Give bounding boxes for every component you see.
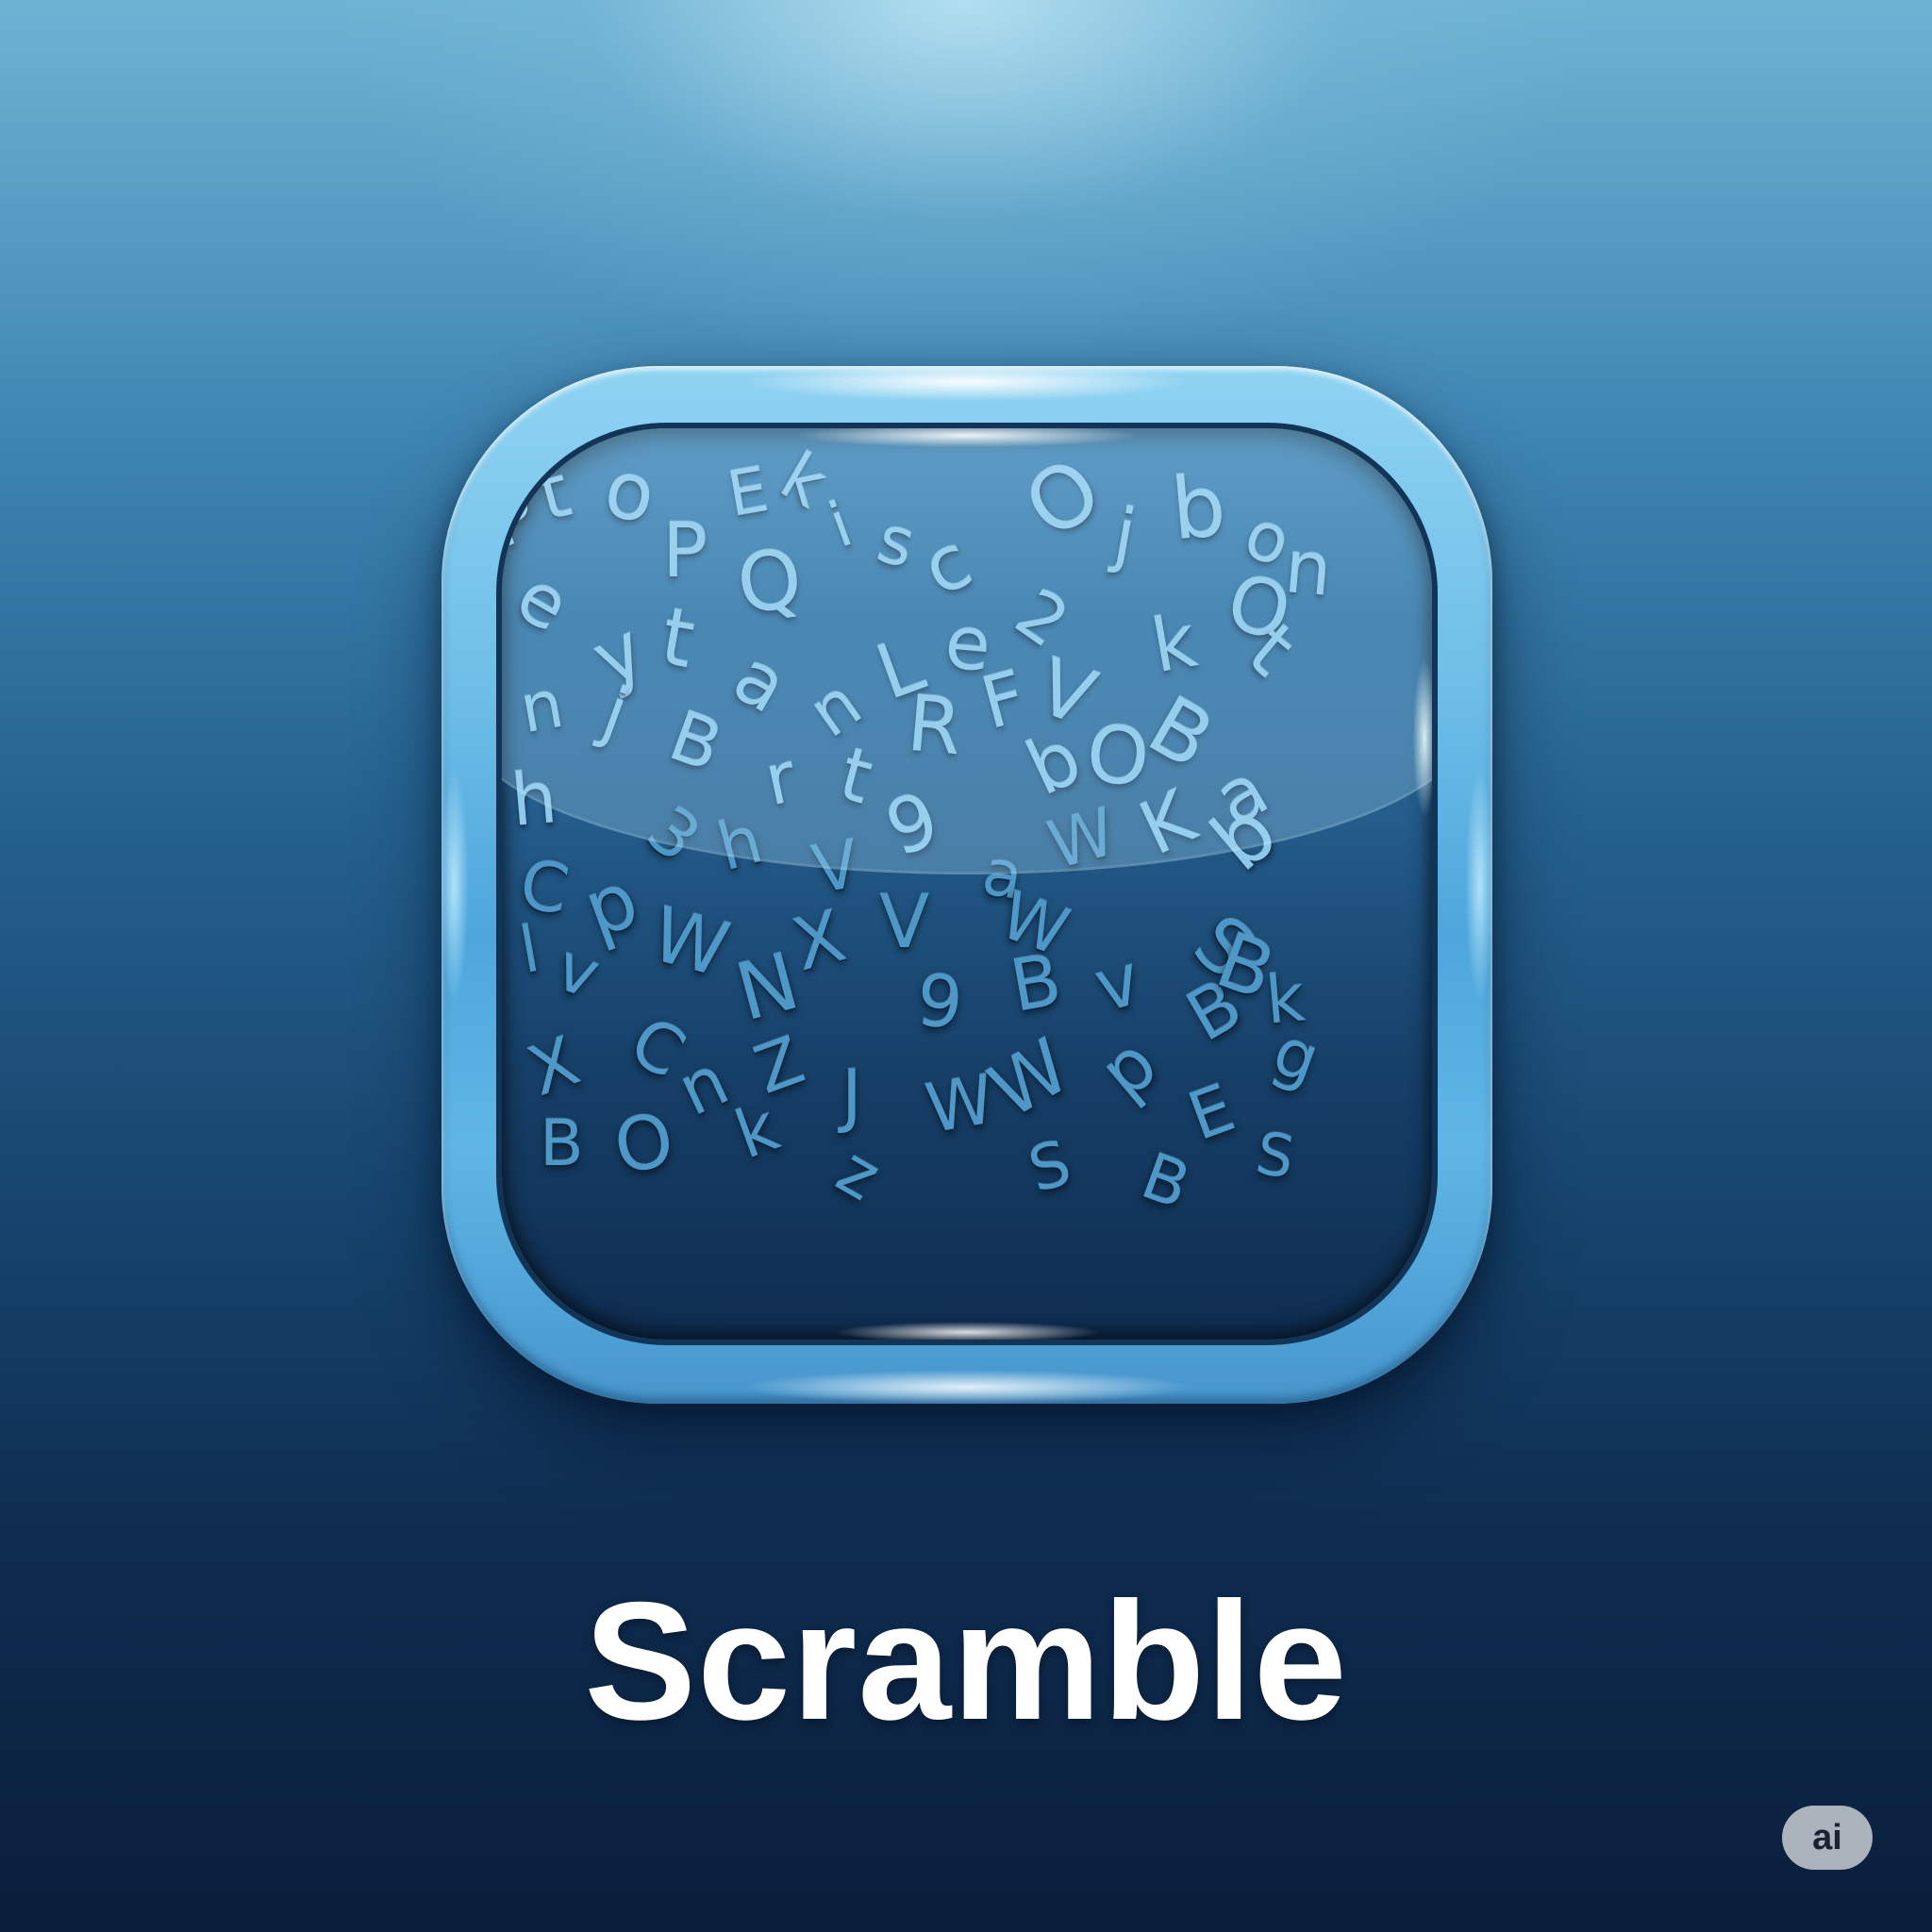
scrambled-letter: h (508, 755, 560, 842)
scrambled-letter: O (1008, 439, 1120, 558)
scrambled-letter: X (518, 1021, 590, 1111)
scrambled-letter: b (1013, 712, 1094, 813)
scrambled-letter: e (503, 553, 584, 648)
scrambled-letter: R (904, 678, 966, 774)
scrambled-letter: Q (731, 530, 808, 634)
home-screen: toPEkisQcOjboPeytanLe2kOntnjBrtRFVBabOh3… (0, 0, 1932, 1932)
scrambled-letter: P (662, 507, 708, 594)
scrambled-letter: j (1108, 491, 1142, 578)
scrambled-letter: N (726, 934, 808, 1040)
scrambled-letter: E (722, 452, 774, 532)
scrambled-letter: 9 (913, 958, 967, 1045)
scrambled-letter: l (514, 911, 545, 990)
scrambled-letters: toPEkisQcOjboPeytanLe2kOntnjBrtRFVBabOh3… (502, 428, 1432, 1340)
scrambled-letter: O (608, 1097, 680, 1191)
scrambled-letter: W (642, 890, 738, 994)
scrambled-letter: X (784, 892, 854, 988)
scrambled-letter: V (879, 880, 930, 965)
scrambled-letter: 3 (632, 791, 715, 877)
scrambled-letter: h (709, 800, 771, 887)
scrambled-letter: E (1178, 1068, 1244, 1157)
scrambled-letter: c (909, 516, 985, 613)
scrambled-letter: n (514, 664, 570, 749)
scramble-app-icon[interactable]: toPEkisQcOjboPeytanLe2kOntnjBrtRFVBabOh3… (441, 366, 1492, 1404)
scrambled-letter: n (1281, 525, 1336, 613)
scrambled-letter: J (841, 1055, 862, 1136)
scrambled-letter: n (666, 1040, 741, 1132)
scrambled-letter: o (597, 441, 662, 541)
scrambled-letter: S (1021, 1125, 1079, 1208)
scrambled-letter: k (1145, 598, 1203, 691)
scrambled-letter: 9 (874, 774, 951, 874)
scrambled-letter: a (719, 634, 802, 730)
scrambled-letter: O (1082, 707, 1154, 805)
scrambled-letter: B (658, 694, 732, 789)
app-title[interactable]: Scramble (0, 1577, 1932, 1745)
scrambled-letter: i (820, 488, 861, 562)
scrambled-letter: p (1083, 1021, 1173, 1115)
scrambled-letter: V (807, 824, 865, 909)
scrambled-letter: v (546, 927, 610, 1014)
scrambled-letter: z (824, 1131, 893, 1216)
scrambled-letter: b (1194, 784, 1295, 890)
scrambled-letters-icon: toPEkisQcOjboPeytanLe2kOntnjBrtRFVBabOh3… (502, 428, 1432, 1340)
scrambled-letter: t (528, 448, 579, 539)
scrambled-letter: j (591, 672, 639, 755)
scrambled-letter: W (1040, 792, 1124, 885)
scrambled-letter: t (654, 589, 702, 687)
scrambled-letter: B (540, 1107, 584, 1181)
scrambled-letter: K (1127, 774, 1208, 873)
scrambled-letter: B (1132, 1139, 1199, 1224)
scrambled-letter: r (758, 736, 804, 823)
scrambled-letter: b (1167, 456, 1230, 560)
scrambled-letter: v (1086, 936, 1149, 1029)
scrambled-letter: P (502, 475, 546, 563)
scrambled-letter: S (1251, 1118, 1300, 1192)
ai-badge: ai (1782, 1806, 1873, 1870)
